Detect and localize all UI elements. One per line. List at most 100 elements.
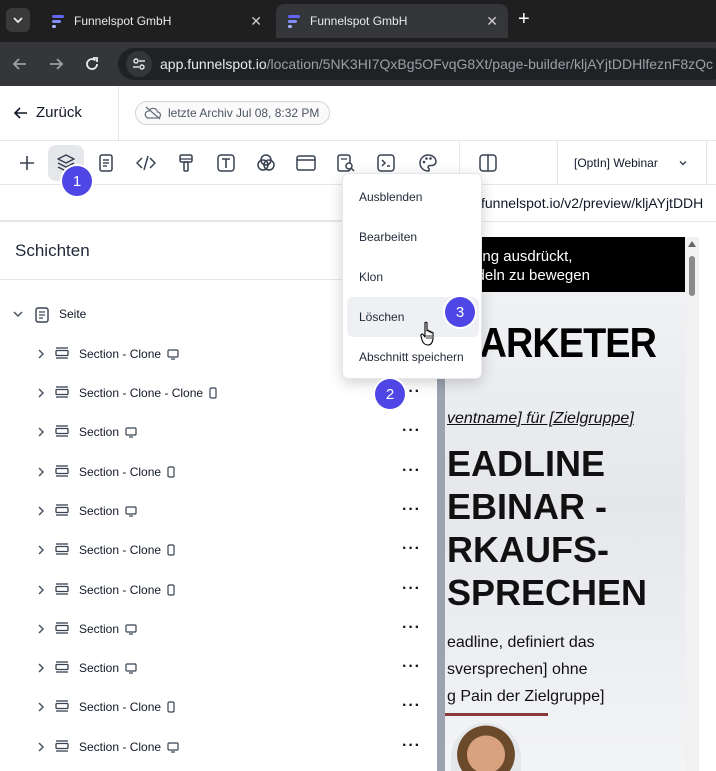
layer-row[interactable]: Section - Clone ··· bbox=[0, 452, 437, 491]
back-arrow-button[interactable] bbox=[8, 52, 32, 76]
layer-label: Section - Clone bbox=[79, 465, 175, 479]
reload-button[interactable] bbox=[80, 52, 104, 76]
chevron-right-icon[interactable] bbox=[36, 387, 46, 399]
headline-line: RKAUFS- bbox=[447, 529, 609, 570]
section-icon bbox=[55, 700, 69, 712]
preview-body-text: eadline, definiert das sversprechen] ohn… bbox=[447, 629, 604, 710]
layer-label: Section - Clone bbox=[79, 347, 179, 361]
mobile-icon bbox=[167, 584, 175, 596]
layer-row[interactable]: Section - Clone ··· bbox=[0, 530, 437, 569]
chevron-right-icon[interactable] bbox=[36, 466, 46, 478]
back-button[interactable]: Zurück bbox=[14, 104, 82, 121]
omnibox[interactable]: app.funnelspot.io/location/5NK3HI7QxBg5O… bbox=[118, 48, 716, 80]
layer-row[interactable]: Section - Clone ··· bbox=[0, 687, 437, 726]
chevron-right-icon[interactable] bbox=[36, 623, 46, 635]
section-icon bbox=[55, 583, 69, 595]
site-info-button[interactable] bbox=[126, 51, 152, 77]
layer-row[interactable]: Section ··· bbox=[0, 412, 437, 451]
chevron-right-icon[interactable] bbox=[36, 701, 46, 713]
chevron-down-icon bbox=[13, 17, 23, 24]
funnelspot-logo-icon bbox=[288, 15, 300, 28]
section-icon bbox=[55, 622, 69, 634]
section-icon bbox=[55, 386, 69, 398]
preview-person-photo bbox=[451, 723, 521, 771]
layer-row[interactable]: Section - Clone ··· bbox=[0, 727, 437, 766]
body-line: eadline, definiert das bbox=[447, 634, 595, 651]
preview-scroll-thumb[interactable] bbox=[689, 256, 695, 296]
paint-brush-icon bbox=[179, 154, 193, 172]
headline-line: EADLINE bbox=[447, 443, 606, 484]
more-options-button[interactable]: ··· bbox=[402, 697, 421, 715]
menu-item-hide[interactable]: Ausblenden bbox=[347, 177, 479, 217]
menu-item-save-section[interactable]: Abschnitt speichern bbox=[347, 337, 479, 377]
plus-icon bbox=[20, 156, 34, 170]
archive-status-pill: letzte Archiv Jul 08, 8:32 PM bbox=[135, 101, 331, 125]
step-badge-1: 1 bbox=[62, 166, 92, 196]
pages-button[interactable] bbox=[88, 145, 124, 181]
forward-arrow-button[interactable] bbox=[44, 52, 68, 76]
body-line: sversprechen] ohne bbox=[447, 661, 588, 678]
menu-item-edit[interactable]: Bearbeiten bbox=[347, 217, 479, 257]
header-divider bbox=[118, 86, 119, 141]
layer-label: Section - Clone bbox=[79, 700, 175, 714]
arrow-left-icon bbox=[14, 106, 27, 119]
more-options-button[interactable]: ··· bbox=[402, 462, 421, 480]
browser-tab-1[interactable]: Funnelspot GmbH ✕ bbox=[40, 4, 272, 38]
layer-row[interactable]: Section - Clone ··· bbox=[0, 570, 437, 609]
layer-label: Section bbox=[79, 661, 137, 675]
desktop-icon bbox=[167, 349, 179, 360]
chevron-down-icon[interactable] bbox=[12, 308, 24, 320]
code-button[interactable] bbox=[128, 145, 164, 181]
browser-window-icon bbox=[296, 155, 316, 171]
more-options-button[interactable]: ··· bbox=[402, 619, 421, 637]
colors-button[interactable] bbox=[248, 145, 284, 181]
layer-row[interactable]: Section ··· bbox=[0, 648, 437, 687]
step-badge-2: 2 bbox=[375, 379, 405, 409]
section-icon bbox=[55, 740, 69, 752]
app-header: Zurück letzte Archiv Jul 08, 8:32 PM bbox=[0, 86, 716, 141]
menu-item-clone[interactable]: Klon bbox=[347, 257, 479, 297]
more-options-button[interactable]: ··· bbox=[402, 737, 421, 755]
back-label: Zurück bbox=[36, 104, 82, 121]
chevron-right-icon[interactable] bbox=[36, 426, 46, 438]
close-icon[interactable]: ✕ bbox=[250, 13, 262, 30]
more-options-button[interactable]: ··· bbox=[402, 540, 421, 558]
reload-icon bbox=[86, 57, 98, 70]
hand-cursor-icon bbox=[420, 321, 434, 346]
more-options-button[interactable]: ··· bbox=[402, 422, 421, 440]
more-options-button[interactable]: ··· bbox=[402, 658, 421, 676]
more-options-button[interactable]: ··· bbox=[402, 501, 421, 519]
browser-tab-2[interactable]: Funnelspot GmbH ✕ bbox=[276, 4, 508, 38]
chevron-right-icon[interactable] bbox=[36, 505, 46, 517]
mobile-icon bbox=[167, 544, 175, 556]
chevron-right-icon[interactable] bbox=[36, 584, 46, 596]
code-icon bbox=[136, 155, 156, 171]
text-button[interactable] bbox=[208, 145, 244, 181]
chevron-right-icon[interactable] bbox=[36, 544, 46, 556]
new-tab-button[interactable]: + bbox=[518, 8, 530, 30]
section-icon bbox=[55, 504, 69, 516]
chevron-right-icon[interactable] bbox=[36, 348, 46, 360]
headline-line: EBINAR - bbox=[447, 486, 607, 527]
preview-scrollbar[interactable] bbox=[685, 237, 699, 771]
layer-row[interactable]: Section ··· bbox=[0, 609, 437, 648]
more-options-button[interactable]: ··· bbox=[402, 580, 421, 598]
desktop-icon bbox=[167, 742, 179, 753]
cloud-off-icon bbox=[144, 106, 162, 120]
styles-button[interactable] bbox=[168, 145, 204, 181]
tab-title: Funnelspot GmbH bbox=[310, 14, 408, 28]
tab-search-button[interactable] bbox=[6, 8, 30, 32]
chevron-right-icon[interactable] bbox=[36, 662, 46, 674]
close-icon[interactable]: ✕ bbox=[486, 13, 498, 30]
scroll-up-arrow-icon[interactable] bbox=[688, 241, 696, 247]
banner-line: Handeln zu bewegen bbox=[449, 267, 590, 284]
page-select-dropdown[interactable]: [OptIn] Webinar bbox=[557, 141, 707, 185]
layer-row[interactable]: Section ··· bbox=[0, 491, 437, 530]
section-icon bbox=[55, 543, 69, 555]
chevron-right-icon[interactable] bbox=[36, 741, 46, 753]
page-select-value: [OptIn] Webinar bbox=[574, 156, 658, 170]
color-circles-icon bbox=[257, 154, 275, 171]
layout-button[interactable] bbox=[288, 145, 324, 181]
preview-headline: EADLINE EBINAR - RKAUFS- SPRECHEN bbox=[447, 442, 647, 614]
add-element-button[interactable] bbox=[9, 145, 45, 181]
